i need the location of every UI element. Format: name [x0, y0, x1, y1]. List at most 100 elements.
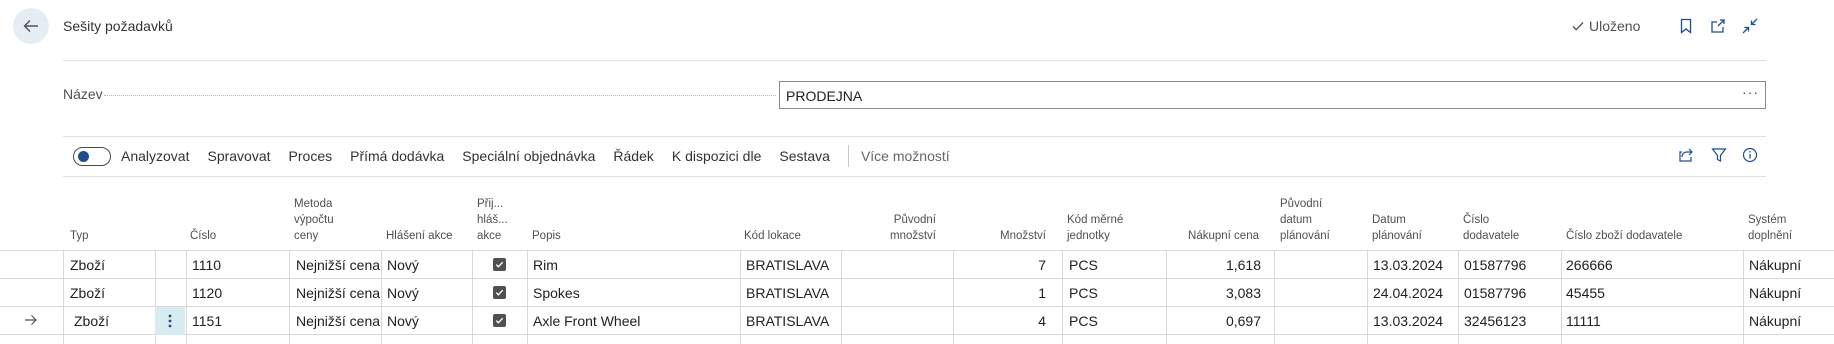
checkmark-icon — [1572, 22, 1584, 31]
cell-mnozstvi[interactable]: 7 — [956, 251, 1046, 279]
col-mnozstvi[interactable]: Množství — [960, 228, 1046, 244]
menu-radek[interactable]: Řádek — [613, 148, 653, 164]
bookmark-icon[interactable] — [1677, 17, 1695, 35]
grid-col-line — [289, 250, 290, 344]
cell-typ[interactable]: Zboží — [70, 251, 154, 279]
col-system-doplneni[interactable]: Systém doplnění — [1748, 212, 1792, 244]
menu-prima-dodavka[interactable]: Přímá dodávka — [350, 148, 444, 164]
cell-puvodni-mnozstvi[interactable] — [846, 251, 946, 279]
col-cislo[interactable]: Číslo — [190, 228, 216, 244]
toolbar-top-divider — [63, 136, 1766, 137]
share-icon[interactable] — [1677, 146, 1695, 164]
cell-datum[interactable]: 24.04.2024 — [1373, 279, 1457, 307]
menu-sestava[interactable]: Sestava — [779, 148, 830, 164]
col-nakupni-cena[interactable]: Nákupní cena — [1160, 228, 1259, 244]
more-options-button[interactable]: Více možností — [861, 148, 950, 164]
info-icon[interactable] — [1741, 146, 1759, 164]
cell-jednotka[interactable]: PCS — [1069, 307, 1159, 335]
col-puvodni-mnozstvi[interactable]: Původní množství — [850, 212, 936, 244]
cell-cena[interactable]: 3,083 — [1170, 279, 1261, 307]
grid-col-line — [186, 250, 187, 344]
col-metoda[interactable]: Metoda výpočtu ceny — [294, 196, 334, 244]
cell-metoda[interactable]: Nejnižší cena — [296, 251, 380, 279]
accept-action-checkbox[interactable] — [493, 314, 506, 327]
cell-popis[interactable]: Rim — [533, 251, 733, 279]
cell-popis[interactable]: Spokes — [533, 279, 733, 307]
col-datum-planovani[interactable]: Datum plánování — [1372, 212, 1422, 244]
col-cislo-dodavatele[interactable]: Číslo dodavatele — [1463, 212, 1519, 244]
cell-mnozstvi[interactable]: 4 — [956, 307, 1046, 335]
cell-typ[interactable]: Zboží — [74, 307, 154, 335]
cell-puvodni-datum[interactable] — [1280, 307, 1366, 335]
cell-dodavatel[interactable]: 01587796 — [1464, 251, 1560, 279]
menu-k-dispozici-dle[interactable]: K dispozici dle — [672, 148, 762, 164]
cell-dodavatel[interactable]: 32456123 — [1464, 307, 1560, 335]
cell-puvodni-datum[interactable] — [1280, 279, 1366, 307]
col-prij-line1: Přij... — [477, 198, 504, 210]
cell-jednotka[interactable]: PCS — [1069, 251, 1159, 279]
cell-zbozi-dodavatele[interactable]: 11111 — [1566, 307, 1742, 335]
cell-lokace[interactable]: BRATISLAVA — [746, 279, 840, 307]
cell-hlaseni[interactable]: Nový — [387, 279, 471, 307]
name-field-label: Název — [63, 86, 103, 102]
collapse-icon[interactable] — [1741, 17, 1759, 35]
cell-puvodni-datum[interactable] — [1280, 251, 1366, 279]
col-cislo-zbozi-dodavatele[interactable]: Číslo zboží dodavatele — [1566, 228, 1682, 244]
name-field[interactable]: PRODEJNA ··· — [779, 81, 1766, 109]
cell-hlaseni[interactable]: Nový — [387, 251, 471, 279]
cell-zbozi-dodavatele[interactable]: 45455 — [1566, 279, 1742, 307]
col-prij-line3: akce — [477, 230, 502, 242]
accept-action-checkbox[interactable] — [493, 286, 506, 299]
filter-icon[interactable] — [1710, 146, 1728, 164]
menu-spravovat[interactable]: Spravovat — [207, 148, 270, 164]
cell-cislo[interactable]: 1151 — [192, 307, 284, 335]
grid-col-line — [841, 250, 842, 344]
cell-popis[interactable]: Axle Front Wheel — [533, 307, 733, 335]
cell-puvodni-mnozstvi[interactable] — [846, 279, 946, 307]
cell-cislo[interactable]: 1120 — [192, 279, 284, 307]
cell-datum[interactable]: 13.03.2024 — [1373, 307, 1457, 335]
cell-system[interactable]: Nákupní — [1749, 251, 1834, 279]
toolbar-bottom-divider — [63, 176, 1766, 177]
col-kod-lokace[interactable]: Kód lokace — [744, 228, 801, 244]
grid-col-line — [1062, 250, 1063, 344]
toggle-knob — [78, 150, 89, 162]
col-hlaseni-akce[interactable]: Hlášení akce — [386, 228, 452, 244]
menu-specialni-objednavka[interactable]: Speciální objednávka — [462, 148, 595, 164]
cell-typ[interactable]: Zboží — [70, 279, 154, 307]
cell-datum[interactable]: 13.03.2024 — [1373, 251, 1457, 279]
analyze-label[interactable]: Analyzovat — [121, 148, 189, 164]
cell-cena[interactable]: 1,618 — [1170, 251, 1261, 279]
cell-cislo[interactable]: 1110 — [192, 251, 284, 279]
col-kod-merne-jednotky[interactable]: Kód měrné jednotky — [1067, 212, 1123, 244]
col-prijmout-hlaseni-akce[interactable]: Přij... hláš... akce — [477, 196, 508, 244]
open-new-window-icon[interactable] — [1709, 17, 1727, 35]
cell-hlaseni[interactable]: Nový — [387, 307, 471, 335]
back-button[interactable] — [13, 8, 49, 44]
grid-col-line — [63, 250, 64, 344]
col-popis[interactable]: Popis — [532, 228, 561, 244]
accept-action-checkbox[interactable] — [493, 258, 506, 271]
cell-system[interactable]: Nákupní — [1749, 279, 1834, 307]
col-pm-line2: množství — [889, 230, 936, 242]
analyze-toggle[interactable] — [73, 146, 111, 166]
cell-dodavatel[interactable]: 01587796 — [1464, 279, 1560, 307]
menu-proces[interactable]: Proces — [289, 148, 333, 164]
cell-mnozstvi[interactable]: 1 — [956, 279, 1046, 307]
cell-lokace[interactable]: BRATISLAVA — [746, 307, 840, 335]
cell-cena[interactable]: 0,697 — [1170, 307, 1261, 335]
cell-zbozi-dodavatele[interactable]: 266666 — [1566, 251, 1742, 279]
col-puvodni-datum[interactable]: Původní datum plánování — [1280, 196, 1330, 244]
grid-col-line — [1367, 250, 1368, 344]
cell-lokace[interactable]: BRATISLAVA — [746, 251, 840, 279]
row-actions-button[interactable] — [155, 307, 185, 335]
cell-metoda[interactable]: Nejnižší cena — [296, 307, 380, 335]
cell-jednotka[interactable]: PCS — [1069, 279, 1159, 307]
grid-col-line — [472, 250, 473, 344]
col-typ[interactable]: Typ — [70, 228, 89, 244]
cell-puvodni-mnozstvi[interactable] — [846, 307, 946, 335]
more-icon[interactable]: ··· — [1742, 84, 1759, 100]
cell-system[interactable]: Nákupní — [1749, 307, 1834, 335]
grid-col-line — [1458, 250, 1459, 344]
cell-metoda[interactable]: Nejnižší cena — [296, 279, 380, 307]
